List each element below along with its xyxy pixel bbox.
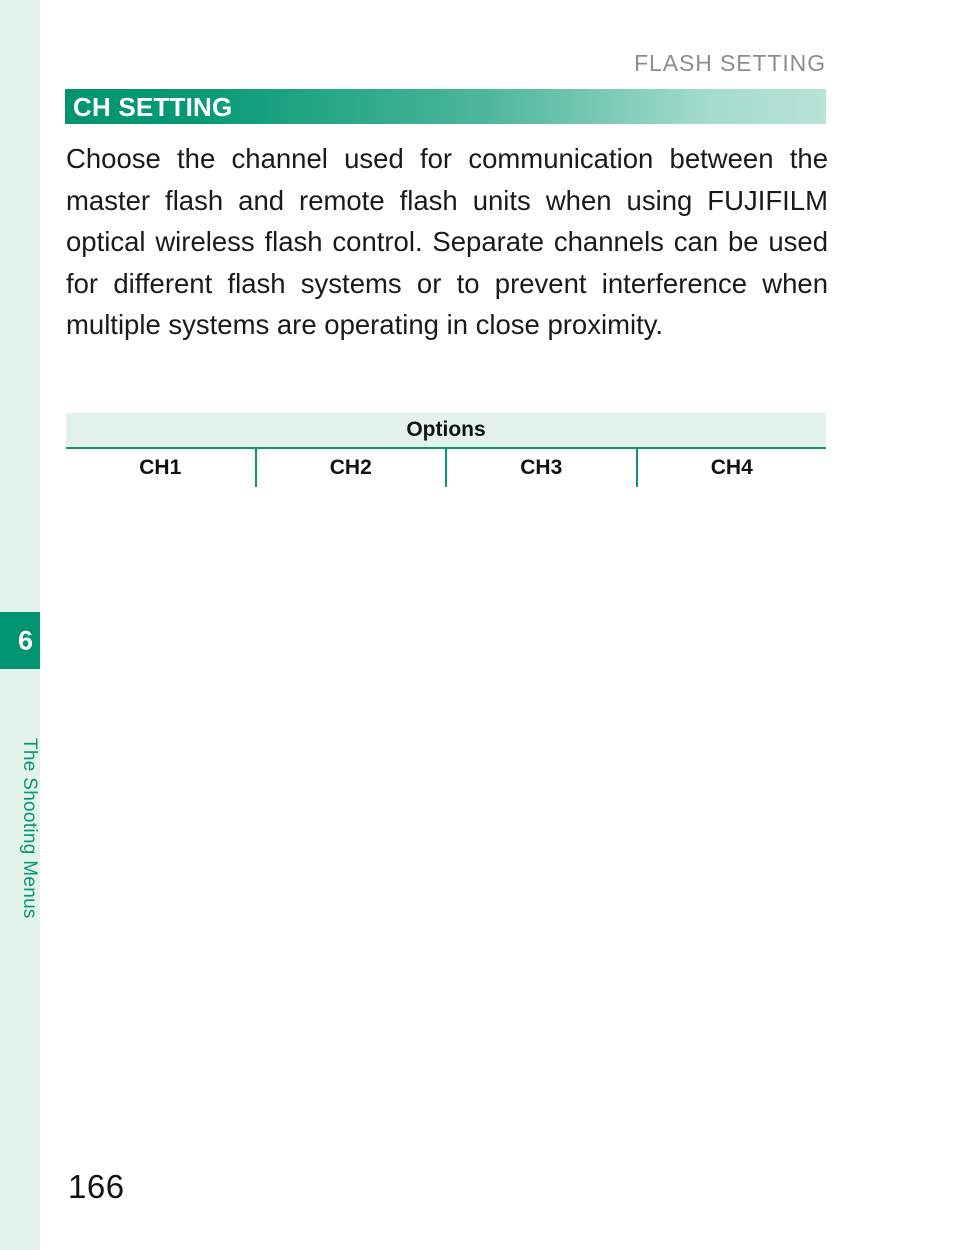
page-number: 166 — [68, 1168, 125, 1205]
option-cell-ch3: CH3 — [447, 449, 638, 487]
running-header-title: FLASH SETTING — [634, 50, 826, 76]
option-cell-ch2: CH2 — [257, 449, 447, 487]
options-table: Options CH1 CH2 CH3 CH4 — [66, 413, 826, 487]
chapter-number-box: 6 — [0, 612, 40, 669]
option-cell-ch1: CH1 — [66, 449, 257, 487]
chapter-label: The Shooting Menus — [19, 737, 40, 919]
options-table-row: CH1 CH2 CH3 CH4 — [66, 449, 826, 487]
chapter-number: 6 — [17, 625, 33, 655]
options-table-header-row: Options — [66, 413, 826, 449]
section-title: CH SETTING — [73, 91, 233, 122]
option-cell-ch4: CH4 — [710, 456, 753, 479]
section-title-bar: CH SETTING — [65, 89, 826, 124]
options-table-header-label: Options — [406, 418, 486, 441]
body-paragraph: Choose the channel used for communicatio… — [66, 143, 828, 340]
